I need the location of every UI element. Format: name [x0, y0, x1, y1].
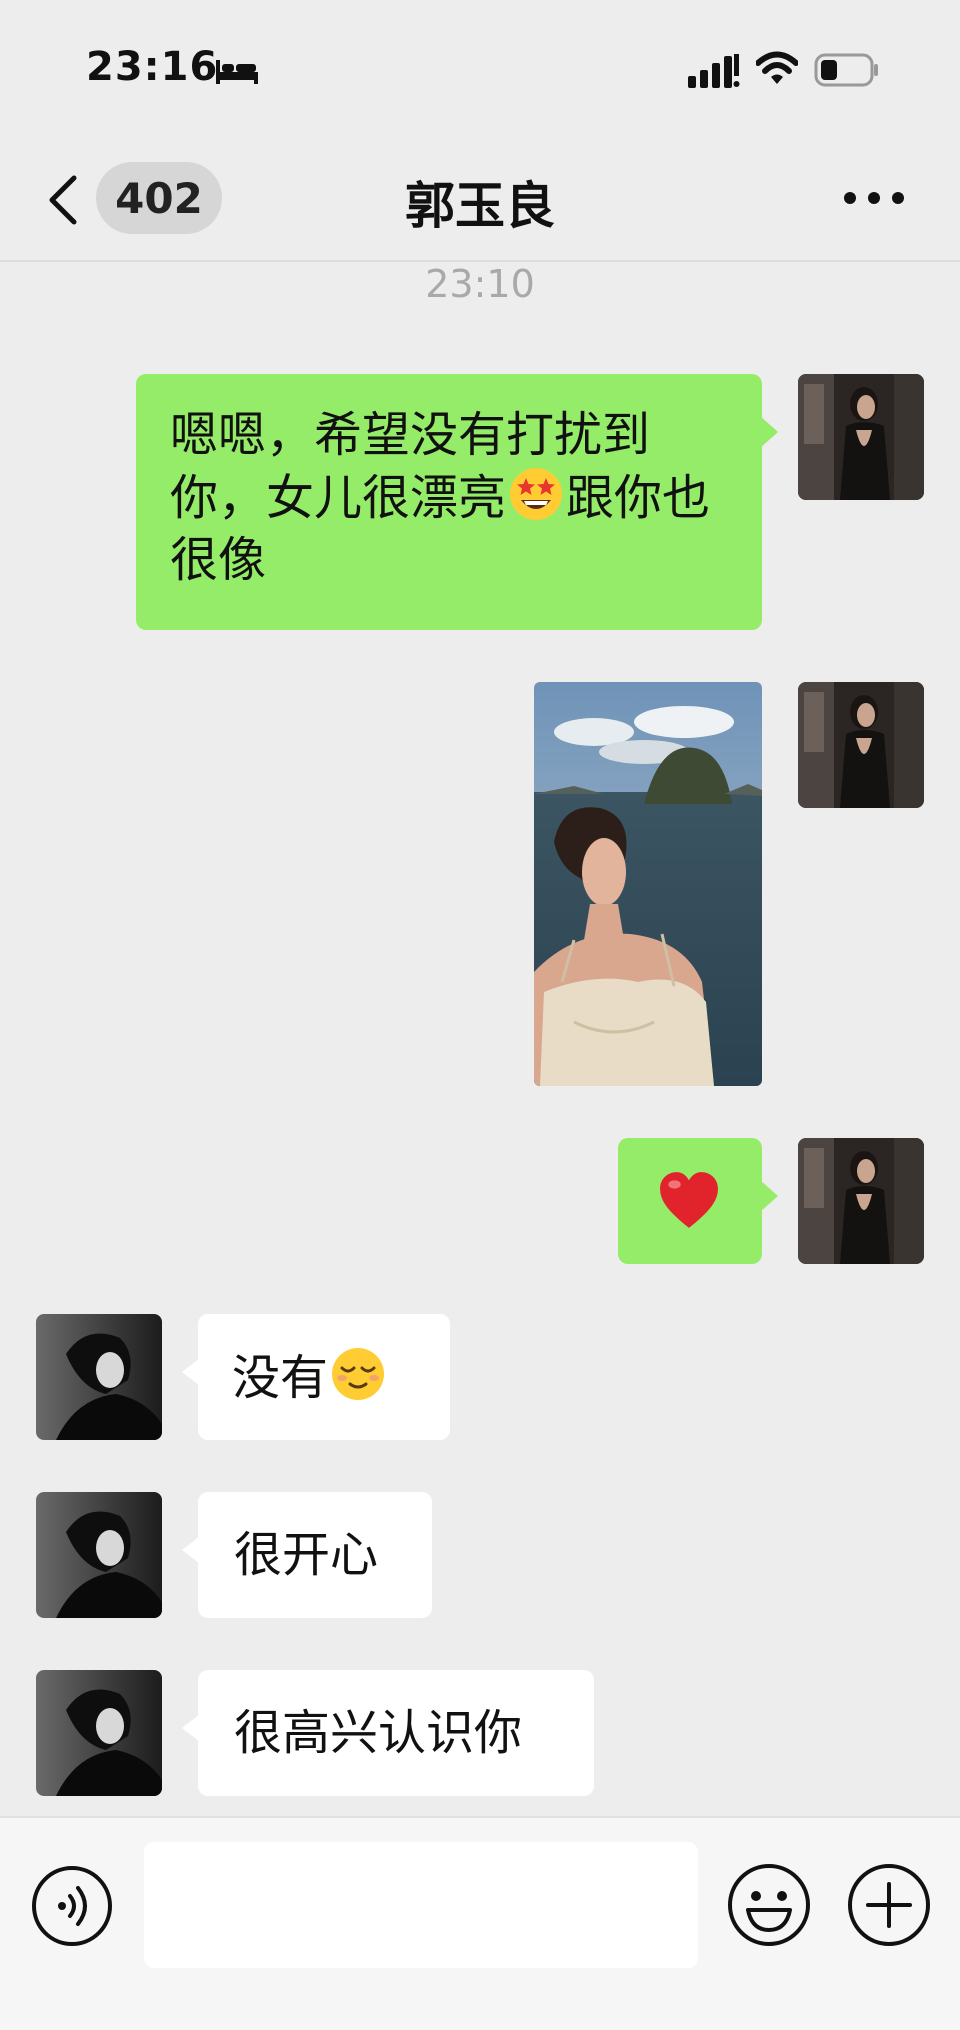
plus-icon[interactable] — [846, 1862, 932, 1948]
battery-icon — [814, 53, 878, 87]
avatar-image — [36, 1670, 162, 1796]
chat-title: 郭玉良 — [405, 177, 555, 235]
contact-avatar[interactable] — [36, 1314, 162, 1440]
wifi-icon — [756, 51, 798, 84]
message-input-bar — [0, 1816, 960, 2030]
chevron-left-icon[interactable] — [44, 170, 84, 230]
star-struck-emoji-icon — [510, 468, 563, 520]
message-text: 没有 — [232, 1350, 329, 1406]
heart-emoji-icon — [660, 1172, 718, 1228]
my-avatar[interactable] — [798, 374, 924, 500]
incoming-message-bubble[interactable]: 没有 — [182, 1314, 450, 1440]
avatar-image — [36, 1314, 162, 1440]
avatar-image — [36, 1492, 162, 1618]
outgoing-photo-message[interactable] — [534, 682, 762, 1086]
chat-header: 402 郭玉良 — [0, 140, 960, 262]
status-time: 23:16 — [86, 44, 219, 90]
avatar-image — [798, 1138, 924, 1264]
my-avatar[interactable] — [798, 682, 924, 808]
outgoing-message-bubble[interactable]: 嗯嗯，希望没有打扰到你，女儿很漂亮 跟你也很像 — [136, 374, 778, 630]
avatar-image — [798, 374, 924, 500]
cellular-signal-icon — [688, 54, 740, 88]
relieved-face-emoji-icon — [332, 1348, 385, 1400]
message-timestamp: 23:10 — [425, 262, 535, 306]
emoji-icon[interactable] — [726, 1862, 812, 1948]
message-text: 很开心 — [234, 1527, 379, 1583]
message-text: 很高兴认识你 — [234, 1705, 523, 1761]
bed-icon — [216, 60, 258, 84]
voice-icon[interactable] — [30, 1864, 114, 1948]
status-bar: 23:16 — [0, 0, 960, 140]
unread-count-badge[interactable]: 402 — [96, 162, 222, 234]
outgoing-message-bubble[interactable] — [618, 1138, 778, 1264]
message-input[interactable] — [144, 1842, 698, 1968]
avatar-image — [798, 682, 924, 808]
more-dots-icon[interactable] — [838, 180, 910, 216]
contact-avatar[interactable] — [36, 1492, 162, 1618]
contact-avatar[interactable] — [36, 1670, 162, 1796]
incoming-message-bubble[interactable]: 很高兴认识你 — [182, 1670, 594, 1796]
incoming-message-bubble[interactable]: 很开心 — [182, 1492, 432, 1618]
my-avatar[interactable] — [798, 1138, 924, 1264]
photo-woman-by-sea — [534, 682, 762, 1086]
